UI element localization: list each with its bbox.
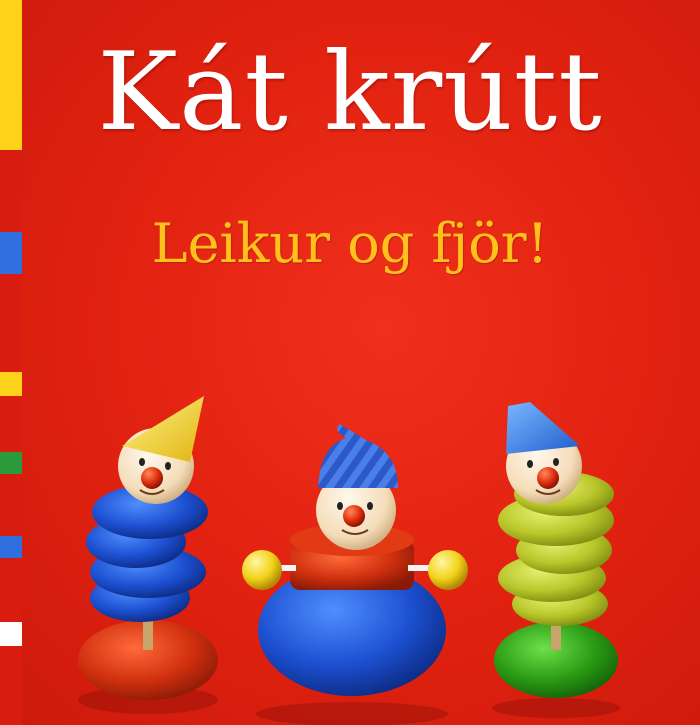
book-subtitle: Leikur og fjör!	[151, 212, 549, 275]
toys-illustration	[78, 396, 620, 725]
book-title: Kát krútt	[97, 30, 603, 155]
book-cover: Kát krútt Leikur og fjör!	[0, 0, 700, 725]
left-clown-toy	[78, 396, 218, 714]
right-clown-toy	[492, 402, 620, 718]
middle-clown-toy	[242, 424, 468, 725]
